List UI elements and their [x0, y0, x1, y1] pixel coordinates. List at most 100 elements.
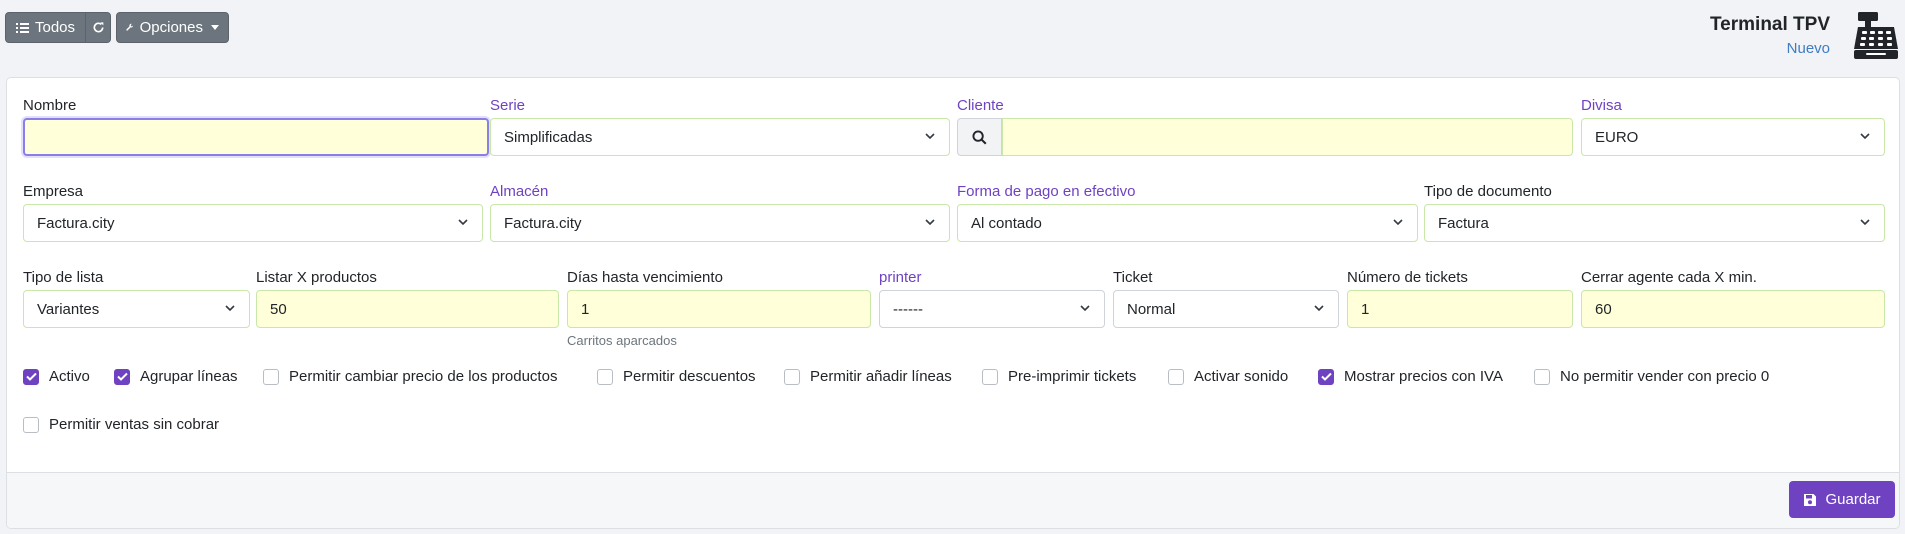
cerrar-agente-input[interactable]: 60	[1581, 290, 1885, 328]
ticket-value: Normal	[1127, 300, 1176, 318]
checkbox-label: Mostrar precios con IVA	[1344, 368, 1503, 385]
chevron-down-icon	[925, 219, 935, 226]
tipo-lista-select[interactable]: Variantes	[23, 290, 250, 328]
checkbox-box[interactable]	[23, 368, 39, 385]
dias-vencimiento-help: Carritos aparcados	[567, 333, 677, 348]
save-button-label: Guardar	[1825, 491, 1881, 508]
checkbox-box[interactable]	[1318, 368, 1334, 385]
checkbox-activo[interactable]: Activo	[23, 368, 90, 385]
top-toolbar: Todos Opciones Terminal TPV Nuevo	[0, 0, 1905, 75]
checkbox-agrupar-lineas[interactable]: Agrupar líneas	[114, 368, 238, 385]
nombre-label: Nombre	[23, 97, 77, 114]
almacen-select[interactable]: Factura.city	[490, 204, 950, 242]
checkbox-label: Activar sonido	[1194, 368, 1289, 385]
chevron-down-icon	[1314, 305, 1324, 312]
numero-tickets-label: Número de tickets	[1347, 269, 1468, 286]
chevron-down-icon	[1393, 219, 1403, 226]
page-title: Terminal TPV	[1709, 14, 1830, 35]
forma-pago-value: Al contado	[971, 214, 1042, 232]
checkbox-label: Permitir ventas sin cobrar	[49, 416, 220, 433]
chevron-down-icon	[1860, 219, 1870, 226]
almacen-value: Factura.city	[504, 214, 582, 232]
empresa-value: Factura.city	[37, 214, 115, 232]
checkbox-precios-iva[interactable]: Mostrar precios con IVA	[1318, 368, 1503, 385]
form-footer	[7, 472, 1899, 528]
wrench-icon	[126, 23, 134, 31]
nombre-input[interactable]	[23, 118, 489, 156]
caret-down-icon	[211, 25, 219, 30]
cash-register-icon	[1854, 12, 1898, 59]
tipo-lista-value: Variantes	[37, 300, 100, 318]
all-button[interactable]: Todos	[6, 13, 85, 42]
almacen-label[interactable]: Almacén	[490, 183, 548, 200]
checkbox-box[interactable]	[784, 368, 800, 385]
dias-vencimiento-input[interactable]: 1	[567, 290, 871, 328]
printer-value: ------	[893, 300, 923, 318]
cliente-input[interactable]	[1002, 118, 1573, 156]
checkbox-box[interactable]	[1168, 368, 1184, 385]
checkbox-label: Permitir descuentos	[623, 368, 756, 385]
numero-tickets-input[interactable]: 1	[1347, 290, 1573, 328]
cliente-search-button[interactable]	[957, 118, 1002, 156]
dias-vencimiento-label: Días hasta vencimiento	[567, 269, 723, 286]
serie-select[interactable]: Simplificadas	[490, 118, 950, 156]
checkbox-cambiar-precio[interactable]: Permitir cambiar precio de los productos	[263, 368, 557, 385]
save-button[interactable]: Guardar	[1789, 481, 1895, 518]
forma-pago-select[interactable]: Al contado	[957, 204, 1418, 242]
tipo-documento-select[interactable]: Factura	[1424, 204, 1885, 242]
cerrar-agente-label: Cerrar agente cada X min.	[1581, 269, 1757, 286]
checkbox-precio-cero[interactable]: No permitir vender con precio 0	[1534, 368, 1769, 385]
checkbox-box[interactable]	[597, 368, 613, 385]
check-icon	[1320, 372, 1332, 381]
chevron-down-icon	[1080, 305, 1090, 312]
printer-select[interactable]: ------	[879, 290, 1105, 328]
check-icon	[116, 372, 128, 381]
check-icon	[25, 372, 37, 381]
listar-productos-input[interactable]: 50	[256, 290, 559, 328]
tipo-lista-label: Tipo de lista	[23, 269, 104, 286]
checkbox-box[interactable]	[1534, 368, 1550, 385]
checkbox-ventas-sin-cobrar[interactable]: Permitir ventas sin cobrar	[23, 416, 219, 433]
serie-label[interactable]: Serie	[490, 97, 525, 114]
checkbox-label: Permitir añadir líneas	[810, 368, 952, 385]
checkbox-label: No permitir vender con precio 0	[1560, 368, 1770, 385]
listar-productos-label: Listar X productos	[256, 269, 377, 286]
checkbox-label: Permitir cambiar precio de los productos	[289, 368, 558, 385]
divisa-select[interactable]: EURO	[1581, 118, 1885, 156]
serie-value: Simplificadas	[504, 128, 593, 146]
checkbox-descuentos[interactable]: Permitir descuentos	[597, 368, 756, 385]
list-icon	[16, 22, 29, 33]
checkbox-box[interactable]	[114, 368, 130, 385]
checkbox-label: Activo	[49, 368, 90, 385]
forma-pago-label[interactable]: Forma de pago en efectivo	[957, 183, 1135, 200]
printer-label[interactable]: printer	[879, 269, 922, 286]
refresh-icon	[93, 22, 104, 33]
tipo-documento-value: Factura	[1438, 214, 1489, 232]
checkbox-box[interactable]	[23, 416, 39, 433]
options-button[interactable]: Opciones	[116, 12, 229, 43]
checkbox-activar-sonido[interactable]: Activar sonido	[1168, 368, 1288, 385]
chevron-down-icon	[225, 305, 235, 312]
checkbox-anadir-lineas[interactable]: Permitir añadir líneas	[784, 368, 952, 385]
checkbox-label: Agrupar líneas	[140, 368, 238, 385]
options-button-label: Opciones	[139, 19, 203, 36]
divisa-label[interactable]: Divisa	[1581, 97, 1622, 114]
cliente-label[interactable]: Cliente	[957, 97, 1004, 114]
refresh-button[interactable]	[85, 13, 110, 42]
checkbox-pre-imprimir[interactable]: Pre-imprimir tickets	[982, 368, 1136, 385]
chevron-down-icon	[1860, 133, 1870, 140]
all-button-group: Todos	[5, 12, 111, 43]
tipo-documento-label: Tipo de documento	[1424, 183, 1552, 200]
divisa-value: EURO	[1595, 128, 1639, 146]
checkbox-box[interactable]	[982, 368, 998, 385]
ticket-label: Ticket	[1113, 269, 1153, 286]
page-subtitle: Nuevo	[1786, 40, 1830, 57]
form-card: Nombre Serie Simplificadas Cliente Divis…	[6, 77, 1900, 529]
all-button-label: Todos	[35, 19, 76, 36]
ticket-select[interactable]: Normal	[1113, 290, 1339, 328]
empresa-select[interactable]: Factura.city	[23, 204, 483, 242]
checkbox-box[interactable]	[263, 368, 279, 385]
checkbox-label: Pre-imprimir tickets	[1008, 368, 1137, 385]
floppy-disk-icon	[1804, 493, 1817, 506]
empresa-label: Empresa	[23, 183, 84, 200]
